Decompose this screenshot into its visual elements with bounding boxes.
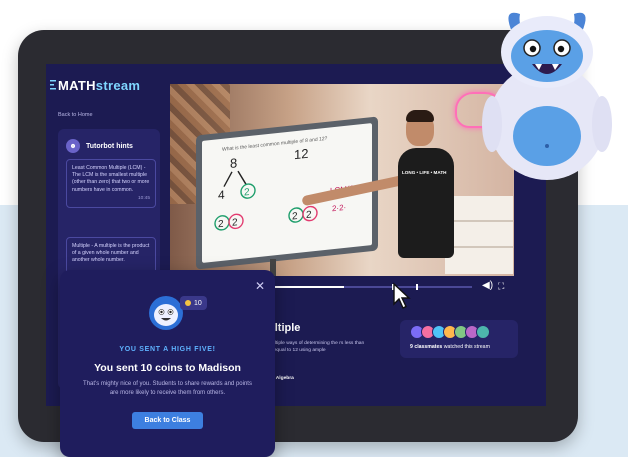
coin-icon: [185, 300, 191, 306]
fullscreen-icon[interactable]: ⛶: [498, 280, 510, 292]
shelf-row: [445, 220, 513, 222]
classmate-avatar: [476, 325, 490, 339]
svg-text:2: 2: [306, 209, 312, 221]
classmates-count: 9 classmates: [410, 344, 443, 350]
modal-eyebrow: YOU SENT A HIGH FIVE!: [119, 346, 216, 353]
svg-text:2: 2: [244, 187, 250, 199]
hint-timestamp: 10:45: [137, 195, 150, 201]
svg-text:2·2·: 2·2·: [332, 203, 346, 213]
logo-text-stream: stream: [95, 78, 141, 93]
svg-text:2: 2: [292, 211, 298, 223]
classmate-avatars: [410, 325, 490, 339]
presenter-shirt-text: LONG • LIFE • MATH: [402, 170, 447, 175]
classmates-suffix: watched this stream: [442, 344, 490, 350]
bookshelf: [445, 196, 513, 274]
tutorbot-avatar-icon: ☻: [66, 139, 80, 153]
yeti-mascot: [482, 12, 612, 180]
hint-text: Least Common Multiple (LCM) - The LCM is…: [72, 165, 150, 193]
svg-text:12: 12: [294, 146, 308, 162]
mouse-cursor-icon: [393, 282, 411, 309]
modal-body: That's mighty nice of you. Students to s…: [83, 381, 252, 396]
app-logo[interactable]: MATHstream: [58, 78, 140, 93]
classmates-text: 9 classmates watched this stream: [410, 344, 490, 350]
video-player[interactable]: What is the least common multiple of 8 a…: [170, 84, 514, 276]
modal-title: You sent 10 coins to Madison: [94, 362, 241, 374]
hint-text: Multiple - A multiple is the product of …: [72, 243, 150, 264]
volume-icon[interactable]: ◀): [482, 280, 494, 292]
coin-count: 10: [194, 299, 202, 307]
svg-text:4: 4: [218, 188, 225, 203]
classmates-card[interactable]: 9 classmates watched this stream: [400, 320, 518, 358]
back-to-class-button[interactable]: Back to Class: [132, 412, 203, 429]
shelf-row: [445, 246, 513, 248]
high-five-modal: ✕ 10 YOU SENT A HIGH FIVE! You sent 10 c…: [60, 270, 275, 457]
tutorbot-title: Tutorbot hints: [86, 142, 133, 150]
presenter-hair: [406, 110, 434, 122]
logo-text-math: MATH: [58, 78, 96, 93]
yeti-avatar-icon: [149, 296, 183, 330]
chapter-marker[interactable]: [416, 284, 418, 290]
svg-text:2: 2: [232, 217, 238, 229]
close-icon[interactable]: ✕: [255, 279, 265, 293]
back-to-home-link[interactable]: Back to Home: [58, 112, 93, 118]
tutorbot-header: ☻ Tutorbot hints: [66, 139, 133, 153]
coin-badge: 10: [180, 296, 207, 310]
presenter-body: [398, 148, 454, 258]
logo-mark-icon: [50, 80, 56, 90]
svg-text:8: 8: [230, 155, 237, 171]
hint-card: Least Common Multiple (LCM) - The LCM is…: [66, 159, 156, 209]
topic-description: multiple ways of determining the rs less…: [268, 341, 365, 354]
svg-text:2: 2: [218, 219, 224, 231]
